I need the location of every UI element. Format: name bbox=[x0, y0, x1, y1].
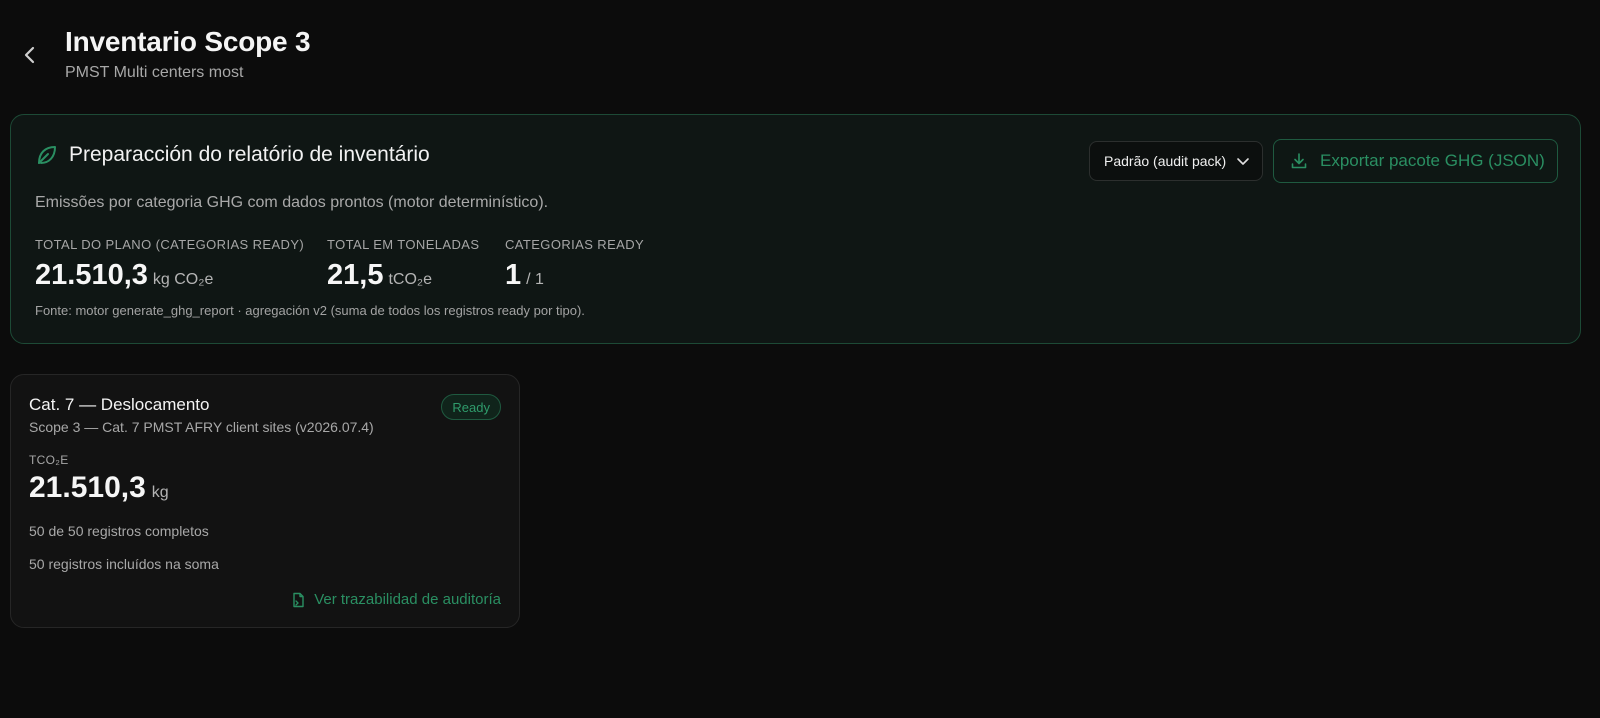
chevron-down-icon bbox=[1236, 154, 1250, 168]
metric-label: TOTAL EM TONELADAS bbox=[327, 237, 480, 252]
inventory-report-panel: Preparacción do relatório de inventário … bbox=[10, 114, 1581, 344]
metric-label: TOTAL DO PLANO (CATEGORIAS READY) bbox=[35, 237, 305, 252]
category-title: Cat. 7 — Deslocamento bbox=[29, 395, 210, 414]
report-panel-heading: Preparacción do relatório de inventário bbox=[35, 143, 430, 167]
category-subtitle: Scope 3 — Cat. 7 PMST AFRY client sites … bbox=[29, 419, 374, 435]
page: Inventario Scope 3 PMST Multi centers mo… bbox=[0, 0, 1600, 718]
category-metric-label: TCO₂E bbox=[29, 453, 69, 467]
download-icon bbox=[1290, 152, 1308, 170]
records-complete-text: 50 de 50 registros completos bbox=[29, 523, 209, 539]
metric-value: 1 bbox=[505, 259, 522, 291]
report-panel-title: Preparacción do relatório de inventário bbox=[69, 143, 430, 166]
document-link-icon bbox=[290, 592, 306, 608]
report-source-note: Fonte: motor generate_ghg_report · agreg… bbox=[35, 303, 585, 318]
report-description: Emissões por categoria GHG com dados pro… bbox=[35, 194, 549, 211]
category-metric-unit: kg bbox=[151, 484, 169, 501]
category-card-cat7: Cat. 7 — Deslocamento Scope 3 — Cat. 7 P… bbox=[10, 374, 520, 628]
preset-select-value: Padrão (audit pack) bbox=[1104, 153, 1227, 169]
leaf-icon bbox=[35, 143, 59, 167]
records-included-text: 50 registros incluídos na soma bbox=[29, 556, 219, 572]
metric-unit: tCO₂e bbox=[388, 271, 433, 288]
back-button[interactable] bbox=[14, 42, 44, 72]
metric-value: 21.510,3 bbox=[35, 259, 148, 291]
audit-trace-link[interactable]: Ver trazabilidad de auditoría bbox=[290, 591, 501, 608]
audit-link-label: Ver trazabilidad de auditoría bbox=[314, 591, 501, 608]
page-title: Inventario Scope 3 bbox=[65, 26, 311, 57]
chevron-left-icon bbox=[22, 45, 36, 70]
metric-total-tonnes: TOTAL EM TONELADAS 21,5 tCO₂e bbox=[327, 237, 479, 292]
export-ghg-json-button[interactable]: Exportar pacote GHG (JSON) bbox=[1273, 139, 1558, 183]
metric-unit: / 1 bbox=[526, 271, 544, 288]
metric-plan-total: TOTAL DO PLANO (CATEGORIAS READY) 21.510… bbox=[35, 237, 304, 292]
status-badge: Ready bbox=[441, 394, 501, 420]
metric-categories-ready: CATEGORIAS READY 1 / 1 bbox=[505, 237, 644, 292]
metric-unit: kg CO₂e bbox=[152, 271, 214, 288]
category-metric-value: 21.510,3 bbox=[29, 471, 146, 504]
metric-value: 21,5 bbox=[327, 259, 384, 291]
metric-label: CATEGORIAS READY bbox=[505, 237, 645, 252]
export-button-label: Exportar pacote GHG (JSON) bbox=[1320, 151, 1545, 170]
page-subtitle: PMST Multi centers most bbox=[65, 64, 244, 81]
preset-select[interactable]: Padrão (audit pack) bbox=[1089, 141, 1263, 181]
